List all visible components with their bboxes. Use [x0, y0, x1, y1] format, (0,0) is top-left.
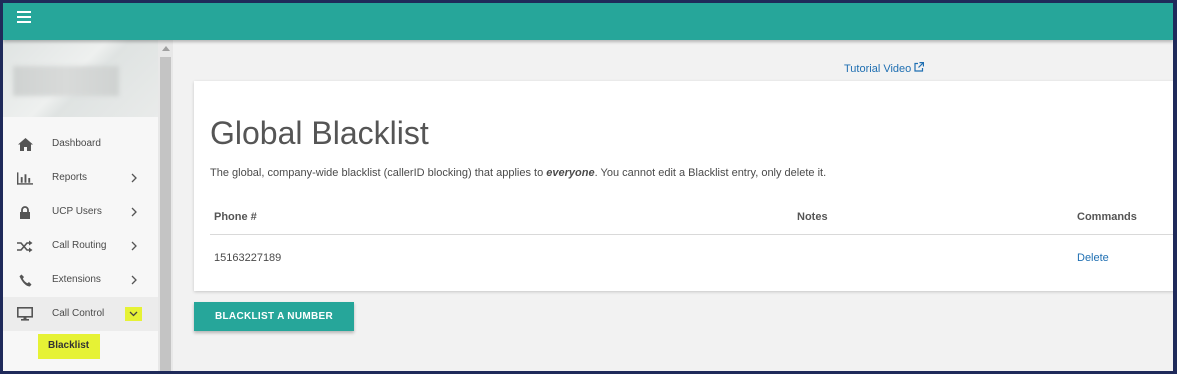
sidebar-item-label: Call Control	[52, 308, 105, 319]
table-cell-phone: 15163227189	[214, 252, 282, 264]
page-description: The global, company-wide blacklist (call…	[210, 167, 826, 179]
sidebar-nav: Dashboard Reports UCP Users Call Routing…	[3, 127, 158, 331]
app-frame: Dashboard Reports UCP Users Call Routing…	[3, 3, 1173, 371]
chevron-right-icon[interactable]	[130, 239, 140, 251]
tutorial-video-label: Tutorial Video	[844, 62, 912, 75]
chevron-down-icon[interactable]	[125, 307, 142, 321]
scroll-up-arrow-icon[interactable]	[162, 46, 170, 51]
sidebar: Dashboard Reports UCP Users Call Routing…	[3, 40, 158, 371]
phone-icon	[17, 273, 33, 287]
brand-area	[3, 40, 158, 117]
column-header-commands[interactable]: Commands	[1077, 211, 1137, 223]
sidebar-item-label: Extensions	[52, 274, 101, 285]
top-bar	[3, 3, 1173, 40]
company-logo	[13, 66, 119, 96]
sidebar-subitem-next	[48, 367, 88, 371]
sidebar-item-ucp-users[interactable]: UCP Users	[3, 195, 158, 229]
blacklist-a-number-button[interactable]: BLACKLIST A NUMBER	[194, 302, 354, 331]
bar-chart-icon	[17, 171, 33, 185]
sidebar-item-extensions[interactable]: Extensions	[3, 263, 158, 297]
external-link-icon	[914, 62, 925, 75]
sidebar-item-label: Reports	[52, 172, 88, 183]
delete-link[interactable]: Delete	[1077, 252, 1109, 264]
sidebar-item-call-routing[interactable]: Call Routing	[3, 229, 158, 263]
sidebar-subitem-blacklist[interactable]: Blacklist	[38, 334, 100, 359]
sidebar-item-label: Dashboard	[52, 138, 101, 149]
monitor-icon	[17, 307, 33, 321]
scroll-thumb[interactable]	[160, 57, 171, 371]
sidebar-item-dashboard[interactable]: Dashboard	[3, 127, 158, 161]
sidebar-item-reports[interactable]: Reports	[3, 161, 158, 195]
home-icon	[17, 137, 33, 151]
column-header-notes[interactable]: Notes	[797, 211, 828, 223]
description-text: . You cannot edit a Blacklist entry, onl…	[594, 167, 827, 179]
chevron-right-icon[interactable]	[130, 171, 140, 183]
sidebar-item-label: UCP Users	[52, 206, 102, 217]
description-text: The global, company-wide blacklist (call…	[210, 167, 547, 179]
sidebar-scrollbar[interactable]	[158, 40, 173, 371]
lock-icon	[17, 205, 33, 219]
tutorial-video-link[interactable]: Tutorial Video	[844, 62, 925, 75]
sidebar-item-label: Call Routing	[52, 240, 107, 251]
sidebar-subitem-label: Blacklist	[48, 340, 90, 351]
shuffle-icon	[17, 239, 33, 253]
hamburger-icon[interactable]	[17, 11, 31, 23]
sidebar-item-call-control[interactable]: Call Control	[3, 297, 158, 331]
column-header-phone[interactable]: Phone #	[214, 211, 257, 223]
chevron-right-icon[interactable]	[130, 205, 140, 217]
page-title: Global Blacklist	[210, 115, 429, 151]
description-emphasis: everyone	[546, 167, 595, 179]
blacklist-card: Global Blacklist The global, company-wid…	[194, 81, 1173, 291]
table-divider	[210, 234, 1173, 235]
chevron-right-icon[interactable]	[130, 273, 140, 285]
